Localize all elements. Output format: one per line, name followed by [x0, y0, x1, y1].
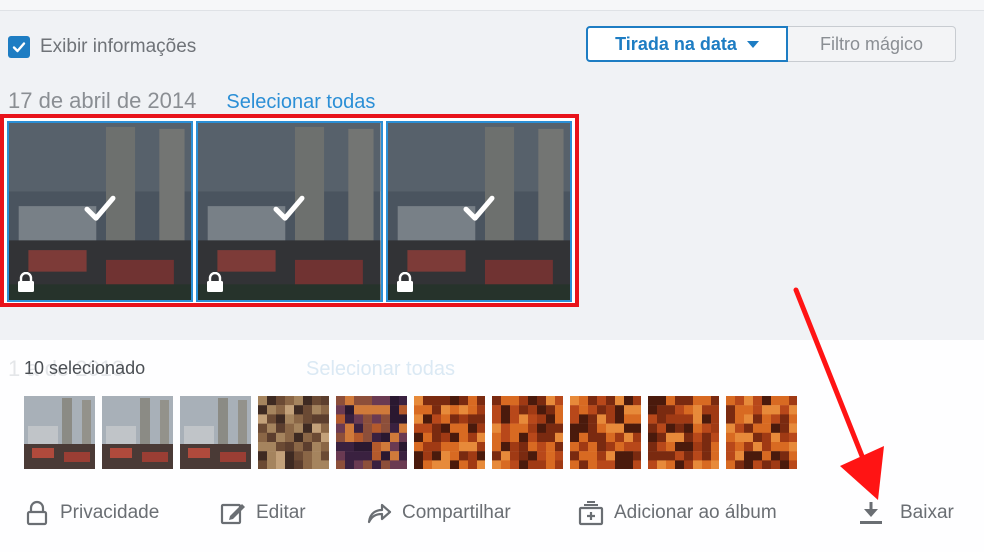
city-thumbnail-image — [24, 396, 95, 469]
selected-thumbnail[interactable] — [570, 396, 641, 469]
city-thumbnail-image — [180, 396, 251, 469]
pixelated-thumbnail-image — [648, 396, 719, 469]
edit-label: Editar — [256, 502, 306, 523]
pixelated-thumbnail-image — [492, 396, 563, 469]
sort-magic-filter-button[interactable]: Filtro mágico — [788, 26, 956, 62]
selected-thumbnail[interactable] — [180, 396, 251, 469]
edit-icon — [220, 503, 245, 525]
top-divider — [0, 0, 984, 11]
select-all-link[interactable]: Selecionar todas — [226, 91, 375, 114]
selected-thumbnail[interactable] — [414, 396, 485, 469]
annotation-arrow-icon — [793, 287, 884, 500]
lock-icon — [18, 272, 34, 292]
selected-thumbnail[interactable] — [102, 396, 173, 469]
download-label: Baixar — [900, 502, 954, 523]
selected-thumbnail-strip — [24, 396, 797, 469]
selected-thumbnail[interactable] — [24, 396, 95, 469]
sort-taken-date-dropdown[interactable]: Tirada na data — [586, 26, 788, 62]
pixelated-thumbnail-image — [414, 396, 485, 469]
selected-thumbnail[interactable] — [648, 396, 719, 469]
caret-down-icon — [746, 40, 759, 48]
pixelated-thumbnail-image — [258, 396, 329, 469]
share-icon — [367, 503, 392, 524]
group-header: 17 de abril de 2014 Selecionar todas — [8, 88, 375, 114]
show-info-label: Exibir informações — [40, 36, 197, 57]
city-thumbnail-image — [102, 396, 173, 469]
edit-button[interactable]: Editar — [220, 500, 306, 526]
sort-taken-date-label: Tirada na data — [615, 33, 737, 54]
lock-icon — [396, 272, 413, 292]
photo-tile[interactable] — [7, 121, 194, 302]
photo-tile[interactable] — [196, 121, 383, 302]
share-button[interactable]: Compartilhar — [366, 500, 511, 526]
selected-thumbnail[interactable] — [492, 396, 563, 469]
pixelated-thumbnail-image — [336, 396, 407, 469]
selected-count-label: 10 selecionado — [24, 358, 146, 378]
show-info-checkbox[interactable] — [8, 36, 30, 58]
background-select-all-link: Selecionar todas — [306, 358, 455, 380]
selected-check-icon — [463, 195, 495, 221]
checkmark-icon — [12, 42, 26, 53]
pixelated-thumbnail-image — [570, 396, 641, 469]
add-to-album-label: Adicionar ao álbum — [614, 502, 777, 523]
add-to-album-button[interactable]: Adicionar ao álbum — [578, 500, 777, 526]
lock-icon — [207, 272, 224, 292]
lock-icon — [26, 500, 48, 526]
selected-thumbnail[interactable] — [336, 396, 407, 469]
selected-thumbnail[interactable] — [258, 396, 329, 469]
add-album-icon — [578, 501, 604, 526]
group-date-title: 17 de abril de 2014 — [8, 88, 197, 113]
show-info-toggle[interactable]: Exibir informações — [8, 36, 196, 58]
sort-selector: Tirada na data Filtro mágico — [586, 26, 956, 62]
selected-photo-group — [0, 114, 579, 307]
privacy-button[interactable]: Privacidade — [24, 500, 159, 526]
selected-check-icon — [273, 195, 305, 221]
share-label: Compartilhar — [402, 502, 511, 523]
selected-check-icon — [84, 195, 116, 221]
privacy-label: Privacidade — [60, 502, 160, 523]
photo-tile[interactable] — [385, 121, 572, 302]
sort-magic-filter-label: Filtro mágico — [819, 33, 924, 54]
